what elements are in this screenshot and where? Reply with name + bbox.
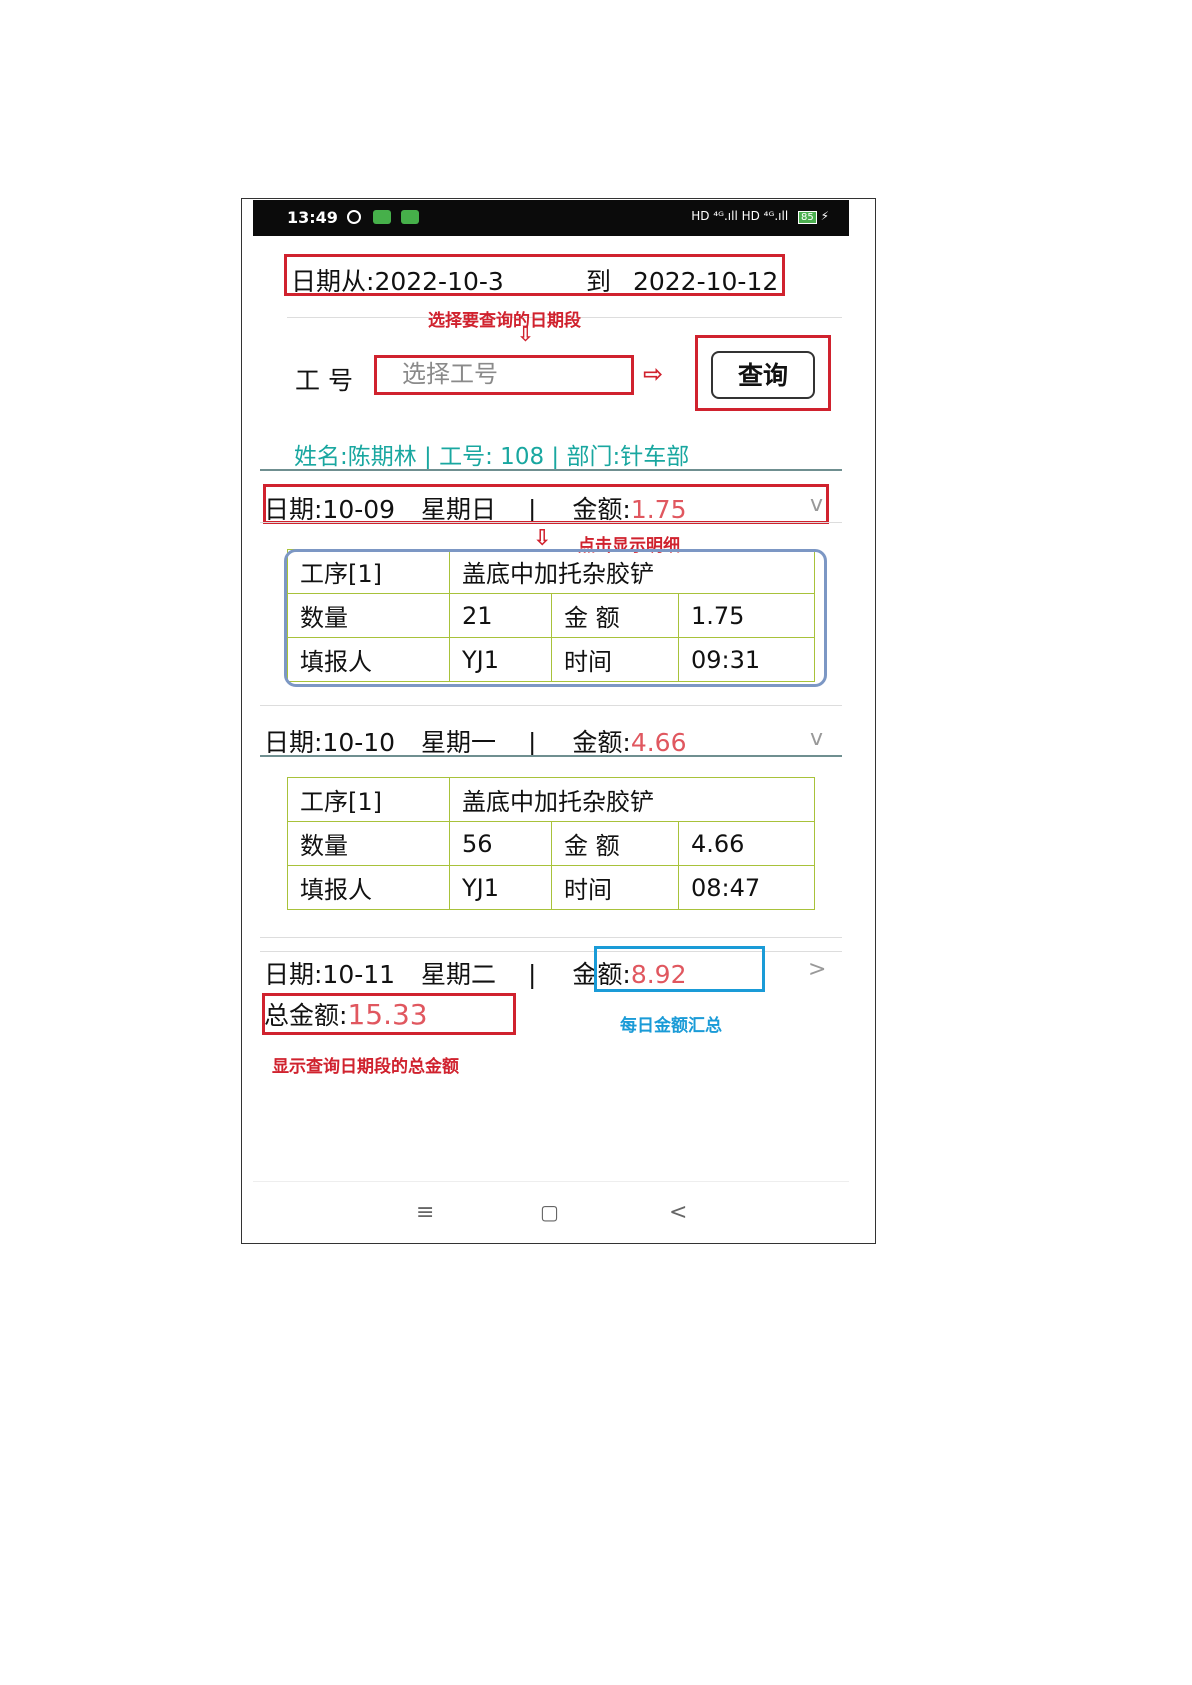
annotation-box-employee bbox=[374, 355, 634, 395]
divider bbox=[253, 1181, 849, 1182]
arrow-down-icon: ⇩ bbox=[533, 526, 552, 551]
home-icon[interactable]: ▢ bbox=[540, 1200, 559, 1224]
app-notification-icon bbox=[401, 210, 419, 224]
chevron-right-icon[interactable]: > bbox=[808, 957, 826, 982]
annotation-total-note: 显示查询日期段的总金额 bbox=[272, 1057, 459, 1077]
qty-label: 数量 bbox=[287, 821, 450, 866]
day-separator: | bbox=[528, 728, 537, 757]
annotation-box-query bbox=[695, 335, 831, 411]
chevron-down-icon[interactable]: v bbox=[810, 726, 823, 751]
charging-icon: ⚡ bbox=[820, 209, 829, 223]
process-value: 盖底中加托杂胶铲 bbox=[449, 777, 815, 822]
annotation-box-daily-amount bbox=[594, 946, 765, 992]
day-amount-label: 金额: bbox=[572, 728, 631, 757]
amount-value: 4.66 bbox=[678, 821, 815, 866]
day-row-1010[interactable]: 日期:10-10 星期一 | 金额:4.66 bbox=[264, 723, 687, 759]
app-notification-icon bbox=[373, 210, 391, 224]
annotation-box-detail bbox=[284, 549, 827, 687]
detail-table-1010: 工序[1] 盖底中加托杂胶铲 数量 56 金 额 4.66 填报人 YJ1 时间… bbox=[287, 777, 815, 910]
arrow-down-icon: ⇩ bbox=[517, 322, 534, 346]
signal-icon: HD ⁴ᴳ.ıll HD ⁴ᴳ.ıll bbox=[691, 209, 789, 223]
annotation-box-total bbox=[262, 993, 516, 1035]
status-time: 13:49 bbox=[287, 208, 338, 227]
status-bar: 13:49 HD ⁴ᴳ.ıll HD ⁴ᴳ.ıll 85 ⚡ bbox=[253, 200, 849, 236]
back-icon[interactable]: < bbox=[669, 1200, 687, 1225]
process-label: 工序[1] bbox=[287, 777, 450, 822]
day-weekday: 星期一 bbox=[421, 728, 497, 757]
arrow-right-icon: ⇨ bbox=[643, 360, 664, 388]
annotation-box-date bbox=[284, 254, 785, 296]
annotation-daily-total: 每日金额汇总 bbox=[620, 1016, 722, 1036]
day-date: 日期:10-11 bbox=[264, 960, 396, 989]
employee-label: 工 号 bbox=[295, 366, 353, 395]
battery-icon: 85 bbox=[798, 211, 817, 224]
divider bbox=[260, 522, 842, 523]
day-amount: 4.66 bbox=[630, 728, 687, 757]
time-label: 时间 bbox=[551, 865, 679, 910]
reporter-value: YJ1 bbox=[449, 865, 552, 910]
divider bbox=[260, 705, 842, 706]
divider bbox=[260, 937, 842, 938]
alarm-icon bbox=[347, 210, 361, 224]
divider bbox=[260, 755, 842, 757]
time-value: 08:47 bbox=[678, 865, 815, 910]
menu-icon[interactable]: ≡ bbox=[416, 1200, 434, 1225]
day-date: 日期:10-10 bbox=[264, 728, 396, 757]
day-separator: | bbox=[528, 960, 537, 989]
reporter-label: 填报人 bbox=[287, 865, 450, 910]
day-weekday: 星期二 bbox=[421, 960, 497, 989]
annotation-box-day bbox=[263, 484, 829, 524]
divider bbox=[260, 469, 842, 471]
annotation-select-date: 选择要查询的日期段 bbox=[428, 311, 581, 331]
amount-label: 金 额 bbox=[551, 821, 679, 866]
employee-info: 姓名:陈期林 | 工号: 108 | 部门:针车部 bbox=[294, 444, 690, 470]
status-right: HD ⁴ᴳ.ıll HD ⁴ᴳ.ıll 85 ⚡ bbox=[691, 209, 829, 224]
qty-value: 56 bbox=[449, 821, 552, 866]
